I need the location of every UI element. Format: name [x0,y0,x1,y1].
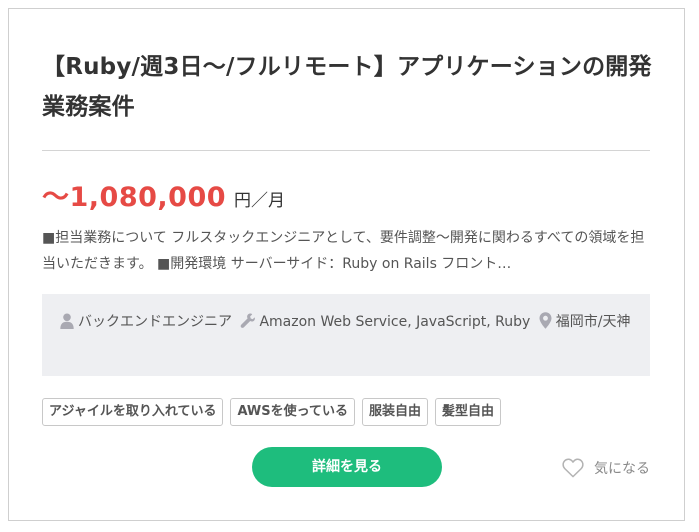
role-text: バックエンドエンジニア [78,314,232,330]
map-pin-icon [539,312,552,329]
job-info-box: バックエンドエンジニア Amazon Web Service, JavaScri… [42,294,650,376]
wrench-icon [240,313,256,329]
job-card: 【Ruby/週3日〜/フルリモート】アプリケーションの開発業務案件 〜1,080… [8,8,685,521]
price-amount: 〜1,080,000 [42,182,227,213]
price-unit: 円／月 [234,191,286,211]
tag-dress-free[interactable]: 服装自由 [361,398,428,426]
job-description: ■担当業務について フルスタックエンジニアとして、要件調整〜開発に関わるすべての… [42,230,645,272]
tag-aws[interactable]: AWSを使っている [230,398,355,426]
tag-list: アジャイルを取り入れている AWSを使っている 服装自由 髪型自由 [42,398,502,426]
person-icon [60,313,74,329]
price: 〜1,080,000 円／月 [42,175,286,213]
tag-hair-free[interactable]: 髪型自由 [435,398,502,426]
detail-button[interactable]: 詳細を見る [252,447,442,487]
job-title[interactable]: 【Ruby/週3日〜/フルリモート】アプリケーションの開発業務案件 [42,47,662,127]
divider [42,150,650,151]
tag-agile[interactable]: アジャイルを取り入れている [42,398,224,426]
favorite-button[interactable]: 気になる [562,457,650,479]
favorite-label: 気になる [594,461,650,477]
skills-text: Amazon Web Service, JavaScript, Ruby [259,314,531,330]
heart-icon[interactable] [562,458,584,478]
location-text: 福岡市/天神 [555,314,631,330]
